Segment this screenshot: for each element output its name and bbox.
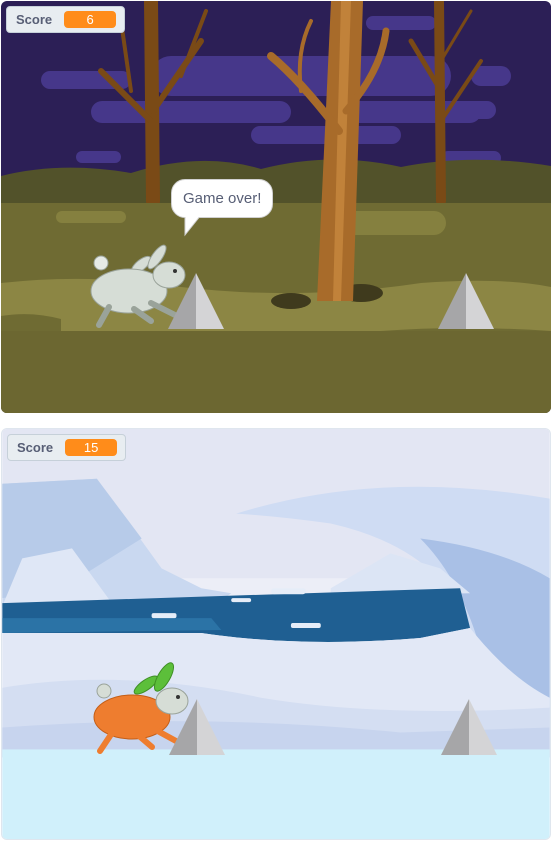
spike-obstacle — [441, 699, 497, 755]
speech-bubble: Game over! — [171, 179, 274, 218]
score-monitor: Score 6 — [6, 6, 126, 33]
score-value: 6 — [64, 11, 117, 28]
game-stage-forest[interactable]: Score 6 Game over! — [1, 1, 551, 413]
score-monitor: Score 15 — [7, 434, 127, 461]
score-value: 15 — [65, 439, 118, 456]
game-stage-arctic[interactable]: Score 15 — [1, 428, 551, 840]
score-label: Score — [17, 440, 54, 455]
score-label: Score — [16, 12, 53, 27]
spike-obstacle — [169, 699, 225, 755]
spike-obstacle — [438, 273, 494, 329]
arctic-backdrop — [2, 429, 550, 839]
forest-backdrop — [1, 1, 551, 413]
spike-obstacle — [168, 273, 224, 329]
